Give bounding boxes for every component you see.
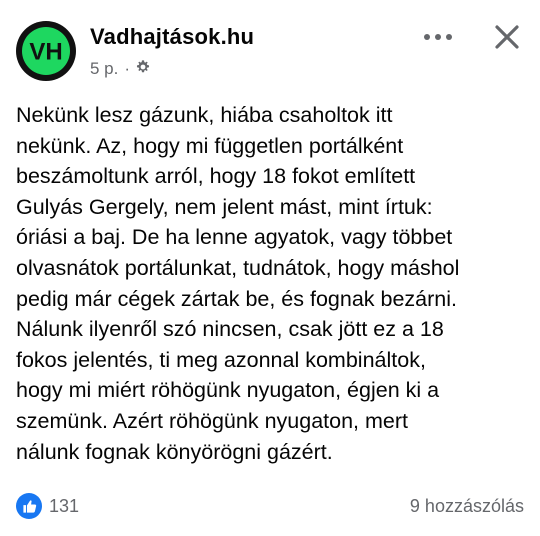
post-card: VH Vadhajtások.hu 5 p. · Nekünk lesz gáz… [0, 0, 540, 536]
post-text-line: hogy mi miért röhögünk nyugaton, égjen k… [16, 378, 440, 403]
avatar[interactable]: VH [16, 21, 76, 81]
post-text-line: olvasnátok portálunkat, tudnátok, hogy m… [16, 255, 460, 280]
post-text-line: pedig már cégek zártak be, és fognak bez… [16, 286, 458, 311]
post-text-line: Nekünk lesz gázunk, hiába csaholtok itt [16, 103, 393, 127]
close-button[interactable] [490, 20, 524, 54]
gear-icon [135, 59, 151, 80]
post-text-line: nálunk fognak könyörögni gázért. [16, 439, 333, 464]
post-meta: 5 p. · [90, 58, 151, 80]
comment-count-link[interactable]: 9 hozzászólás [410, 496, 524, 517]
post-footer: 131 9 hozzászólás [16, 492, 524, 522]
reactions-summary[interactable]: 131 [16, 493, 79, 519]
page-name-link[interactable]: Vadhajtások.hu [90, 24, 254, 50]
post-text-line: beszámoltunk arról, hogy 18 fokot említe… [16, 164, 416, 189]
meta-separator: · [124, 59, 131, 78]
post-text-line: fokos jelentés, ti meg azonnal kombinált… [16, 347, 426, 372]
reaction-count: 131 [49, 495, 80, 516]
avatar-initials: VH [29, 39, 62, 66]
post-text-line: óriási a baj. De ha lenne agyatok, vagy … [16, 225, 453, 250]
like-icon [16, 493, 42, 519]
post-text-line: nekünk. Az, hogy mi független portálként [16, 133, 404, 158]
close-icon [495, 25, 519, 49]
more-options-button[interactable] [420, 24, 456, 50]
post-timestamp[interactable]: 5 p. [90, 59, 118, 79]
post-text-line: Gulyás Gergely, nem jelent mást, mint ír… [16, 194, 433, 219]
post-text-line: szemünk. Azért röhögünk nyugaton, mert [16, 408, 408, 433]
post-message: Nekünk lesz gázunk, hiába csaholtok itt … [16, 100, 526, 467]
more-dots-icon [424, 34, 452, 40]
post-text-line: Nálunk ilyenről szó nincsen, csak jött e… [16, 317, 444, 342]
post-header: VH Vadhajtások.hu 5 p. · [16, 18, 524, 81]
vh-logo: VH [22, 27, 70, 75]
